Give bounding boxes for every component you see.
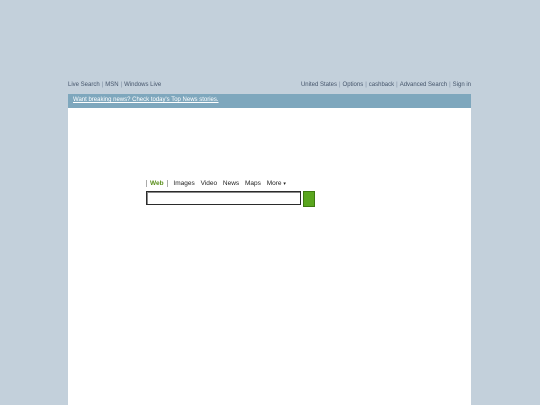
separator: | [120,82,123,88]
top-nav-right: United States | Options | cashback | Advanced … [301,82,471,88]
separator: | [101,82,104,88]
tab-web[interactable]: Web [146,180,168,187]
chevron-down-icon: ▾ [283,181,286,187]
search-box [146,191,301,210]
separator: | [396,82,398,88]
top-nav-bar: Live Search | MSN | Windows Live United Stat… [68,81,471,91]
tab-news[interactable]: News [223,180,239,187]
tab-video[interactable]: Video [201,180,218,187]
live-search-link[interactable]: Live Search [68,82,100,88]
separator: | [365,82,367,88]
options-link[interactable]: Options [343,82,364,88]
country-link[interactable]: United States [301,82,337,88]
separator: | [449,82,451,88]
msn-link[interactable]: MSN [105,82,118,88]
search-scope-tabs: Web Images Video News Maps More ▾ [146,180,290,189]
tab-more[interactable]: More ▾ [267,180,286,187]
tab-more-label: More [266,180,282,187]
tab-maps[interactable]: Maps [245,180,261,187]
news-banner: Want breaking news? Check today's Top Ne… [68,94,471,108]
sign-in-link[interactable]: Sign in [453,82,471,88]
search-button[interactable] [303,191,315,207]
advanced-search-link[interactable]: Advanced Search [400,82,447,88]
tab-images[interactable]: Images [173,180,194,187]
separator: | [338,82,341,88]
windows-live-link[interactable]: Windows Live [124,82,161,88]
search-input[interactable] [147,197,300,210]
top-news-link[interactable]: Want breaking news? Check today's Top Ne… [73,97,219,103]
main-content-area [68,108,471,405]
top-nav-left: Live Search | MSN | Windows Live [68,82,161,88]
cashback-link[interactable]: cashback [369,82,394,88]
